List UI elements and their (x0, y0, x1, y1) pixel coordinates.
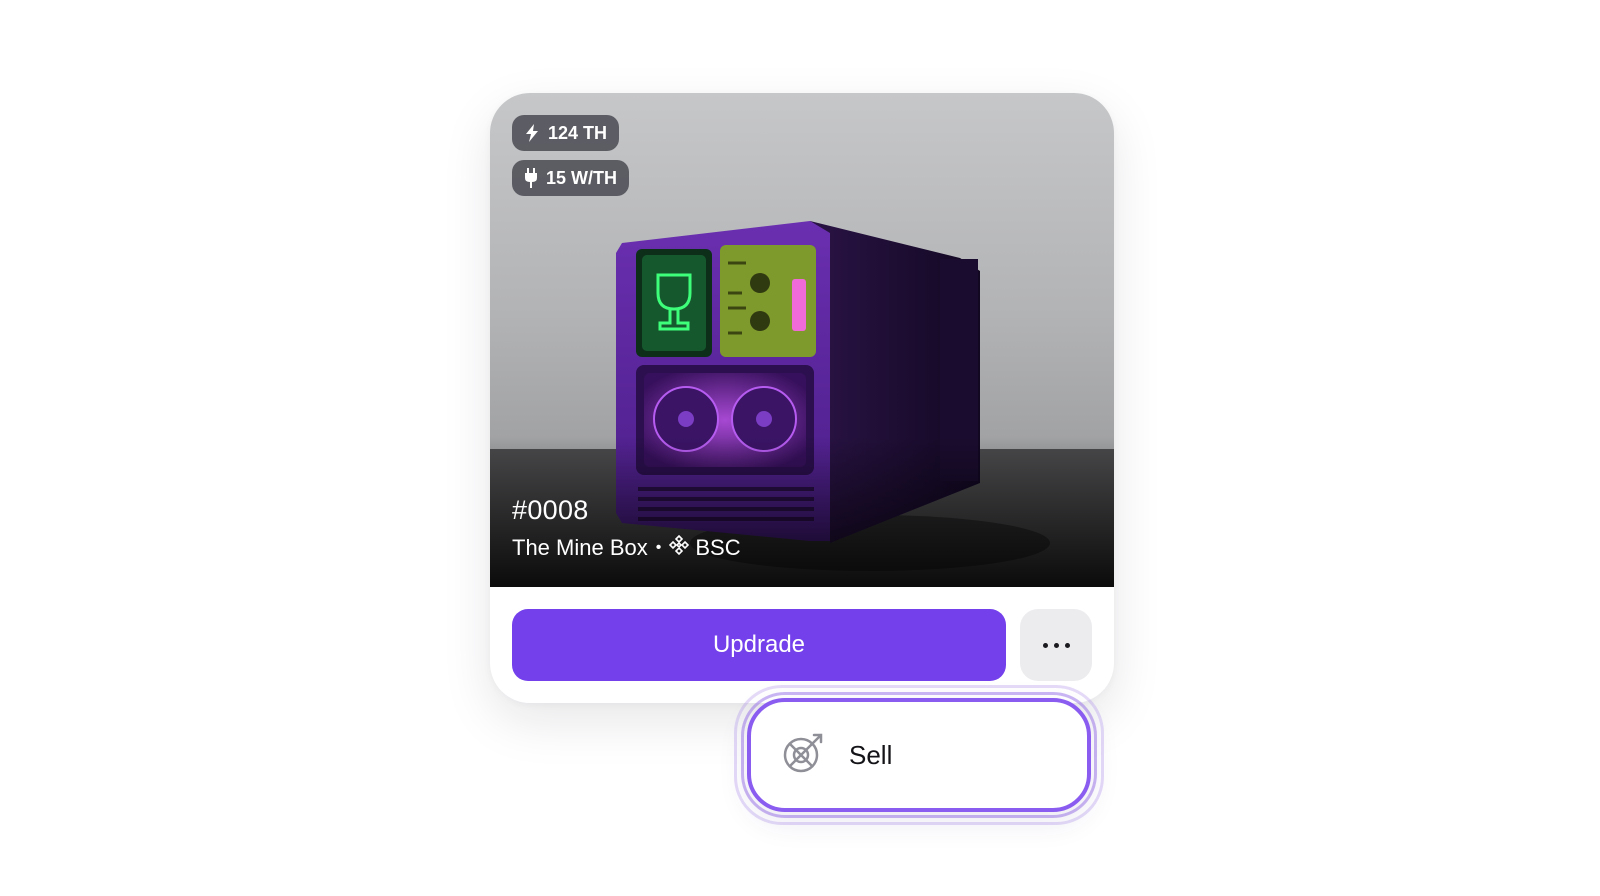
efficiency-badge: 15 W/TH (512, 160, 630, 196)
nft-id: #0008 (512, 495, 589, 525)
options-dropdown: Sell (734, 685, 1104, 825)
collection-name: The Mine Box (512, 535, 648, 560)
sell-icon (781, 731, 825, 780)
efficiency-label: 15 W/TH (546, 167, 618, 188)
lightning-icon (524, 124, 540, 142)
more-options-button[interactable] (1020, 609, 1092, 681)
plug-icon (524, 168, 538, 188)
chain-info: BSC (669, 534, 741, 561)
upgrade-button[interactable]: Updrade (512, 609, 1006, 681)
hashrate-label: 124 TH (548, 122, 608, 143)
nft-meta: The Mine Box • BSC (512, 534, 741, 561)
nft-image[interactable]: 124 TH 15 W/TH #0008 The Mine Box • BSC (490, 93, 1114, 587)
menu-item-sell-label: Sell (849, 739, 893, 770)
menu-item-sell[interactable]: Sell (747, 698, 1091, 812)
hashrate-badge: 124 TH (512, 115, 620, 151)
nft-card: 124 TH 15 W/TH #0008 The Mine Box • BSC … (490, 93, 1114, 703)
more-horizontal-icon (1042, 642, 1048, 648)
chain-name: BSC (695, 535, 741, 560)
bnb-chain-icon (669, 534, 690, 561)
separator: • (655, 539, 662, 556)
